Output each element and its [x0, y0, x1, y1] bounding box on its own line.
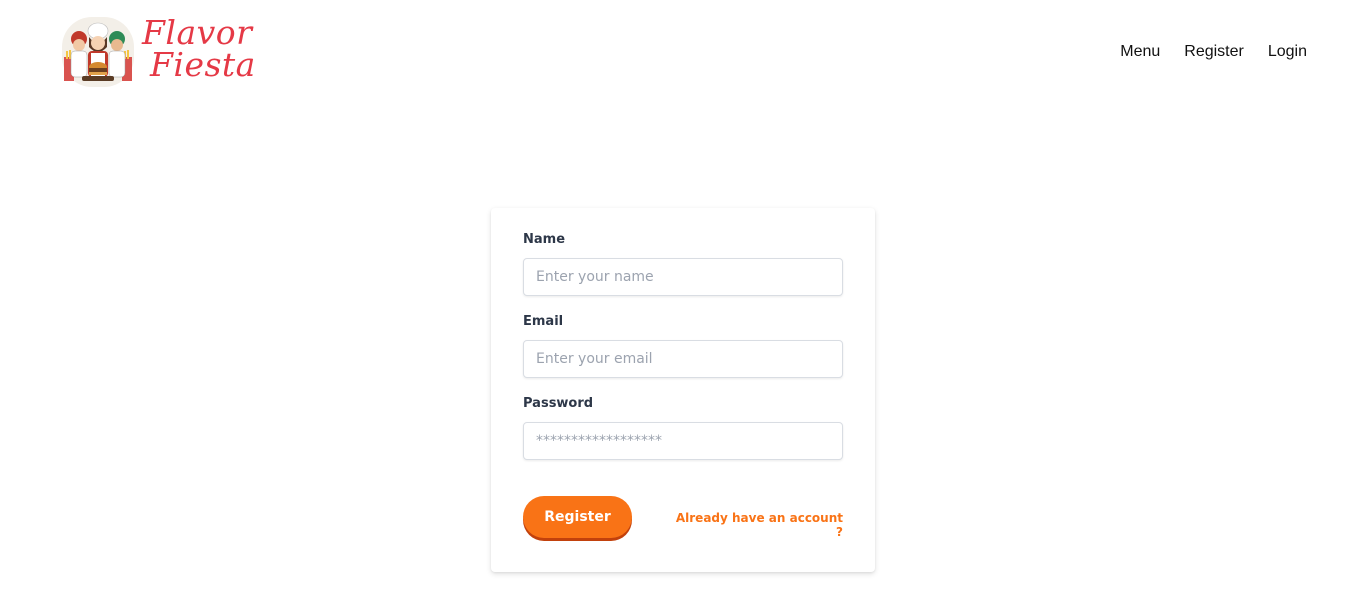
nav-link-menu[interactable]: Menu — [1120, 43, 1160, 61]
brand-name-line2: Fiesta — [150, 45, 256, 84]
chefs-illustration-icon — [62, 17, 134, 87]
nav-link-register[interactable]: Register — [1184, 43, 1244, 61]
site-header: Flavor Fiesta Menu Register Login — [0, 0, 1366, 110]
brand-logo[interactable]: Flavor Fiesta — [62, 16, 255, 88]
name-input[interactable] — [523, 258, 843, 296]
email-input[interactable] — [523, 340, 843, 378]
email-label: Email — [523, 314, 564, 329]
nav-link-login[interactable]: Login — [1268, 43, 1307, 61]
already-have-account-link[interactable]: Already have an account ? — [672, 511, 843, 539]
brand-name: Flavor Fiesta — [142, 16, 255, 88]
register-button[interactable]: Register — [523, 496, 632, 538]
password-label: Password — [523, 396, 594, 411]
main-nav: Menu Register Login — [1120, 43, 1307, 61]
password-input[interactable] — [523, 422, 843, 460]
brand-name-line1: Flavor — [142, 13, 253, 52]
register-form-card: Name Email Password Register Already hav… — [491, 208, 875, 572]
name-label: Name — [523, 232, 566, 247]
